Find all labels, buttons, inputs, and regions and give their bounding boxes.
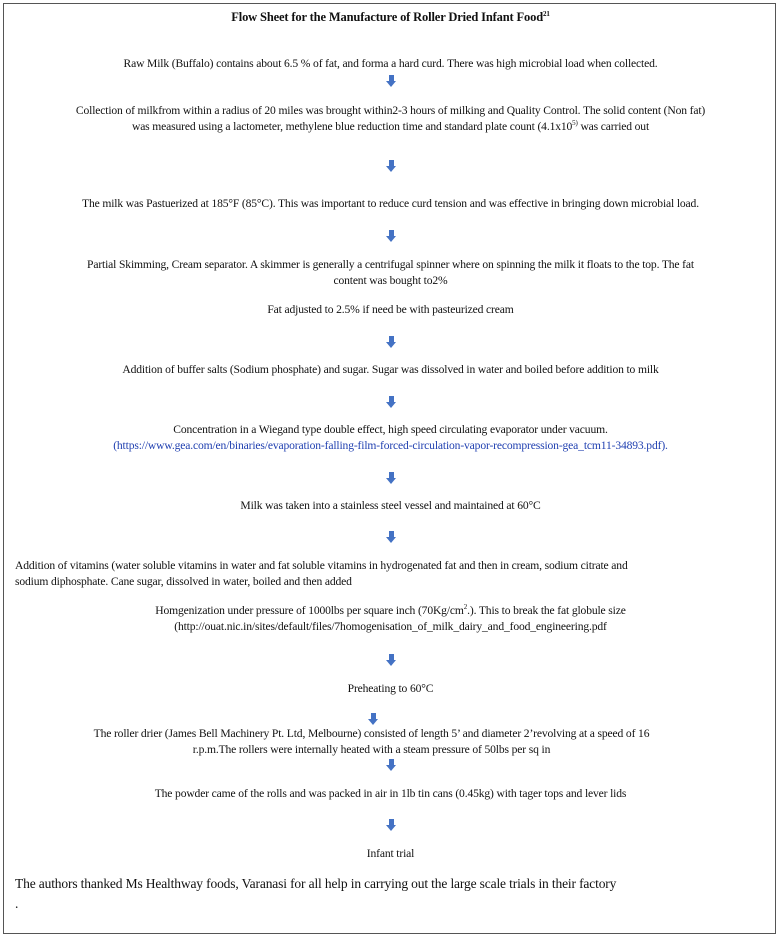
step-vitamins-line2: sodium diphosphate. Cane sugar, dissolve…: [15, 575, 352, 588]
evaporator-link[interactable]: (https://www.gea.com/en/binaries/evapora…: [113, 439, 668, 452]
title-reference: 21: [543, 9, 550, 18]
acknowledgement-line1: The authors thanked Ms Healthway foods, …: [15, 876, 617, 891]
page-title-text: Flow Sheet for the Manufacture of Roller…: [231, 10, 544, 24]
step-infant-trial: Infant trial: [366, 847, 415, 860]
step-collection-line1: Collection of milkfrom within a radius o…: [75, 104, 706, 117]
step-homogenization-end: .). This to break the fat globule size: [467, 604, 626, 617]
step-collection: Collection of milkfrom within a radius o…: [0, 103, 781, 135]
step-vitamins-line1: Addition of vitamins (water soluble vita…: [15, 559, 628, 572]
step-skimming: Partial Skimming, Cream separator. A ski…: [0, 257, 781, 289]
step-collection-line2: was measured using a lactometer, methyle…: [0, 119, 781, 135]
acknowledgement: The authors thanked Ms Healthway foods, …: [15, 874, 770, 914]
step-collection-end: was carried out: [577, 120, 650, 133]
step-roller-drier-line1: The roller drier (James Bell Machinery P…: [93, 727, 650, 740]
page-title: Flow Sheet for the Manufacture of Roller…: [0, 9, 781, 25]
acknowledgement-line2: .: [15, 896, 19, 911]
step-collection-text: was measured using a lactometer, methyle…: [131, 120, 573, 133]
step-skimming-line1: Partial Skimming, Cream separator. A ski…: [87, 258, 694, 271]
step-roller-drier-line2: r.p.m.The rollers were internally heated…: [192, 743, 551, 756]
step-buffer-salts: Addition of buffer salts (Sodium phospha…: [122, 363, 659, 376]
step-concentration: Concentration in a Wiegand type double e…: [0, 422, 781, 454]
step-skimming-line2: content was bought to2%: [333, 274, 448, 287]
step-roller-drier: The roller drier (James Bell Machinery P…: [0, 726, 743, 758]
step-raw-milk: Raw Milk (Buffalo) contains about 6.5 % …: [123, 57, 658, 70]
step-vitamins: Addition of vitamins (water soluble vita…: [15, 558, 775, 590]
step-stainless-vessel: Milk was taken into a stainless steel ve…: [240, 499, 541, 512]
step-homogenization: Homgenization under pressure of 1000lbs …: [0, 603, 781, 635]
step-packing: The powder came of the rolls and was pac…: [154, 787, 627, 800]
step-fat-adjust: Fat adjusted to 2.5% if need be with pas…: [267, 303, 514, 316]
step-homogenization-text: Homgenization under pressure of 1000lbs …: [155, 604, 464, 617]
step-pasteurize: The milk was Pastuerized at 185°F (85°C)…: [82, 197, 699, 210]
step-homogenization-line1: Homgenization under pressure of 1000lbs …: [0, 603, 781, 619]
step-preheating: Preheating to 60°C: [347, 682, 434, 695]
step-homogenization-line2: (http://ouat.nic.in/sites/default/files/…: [174, 620, 607, 633]
step-concentration-line1: Concentration in a Wiegand type double e…: [173, 423, 608, 436]
